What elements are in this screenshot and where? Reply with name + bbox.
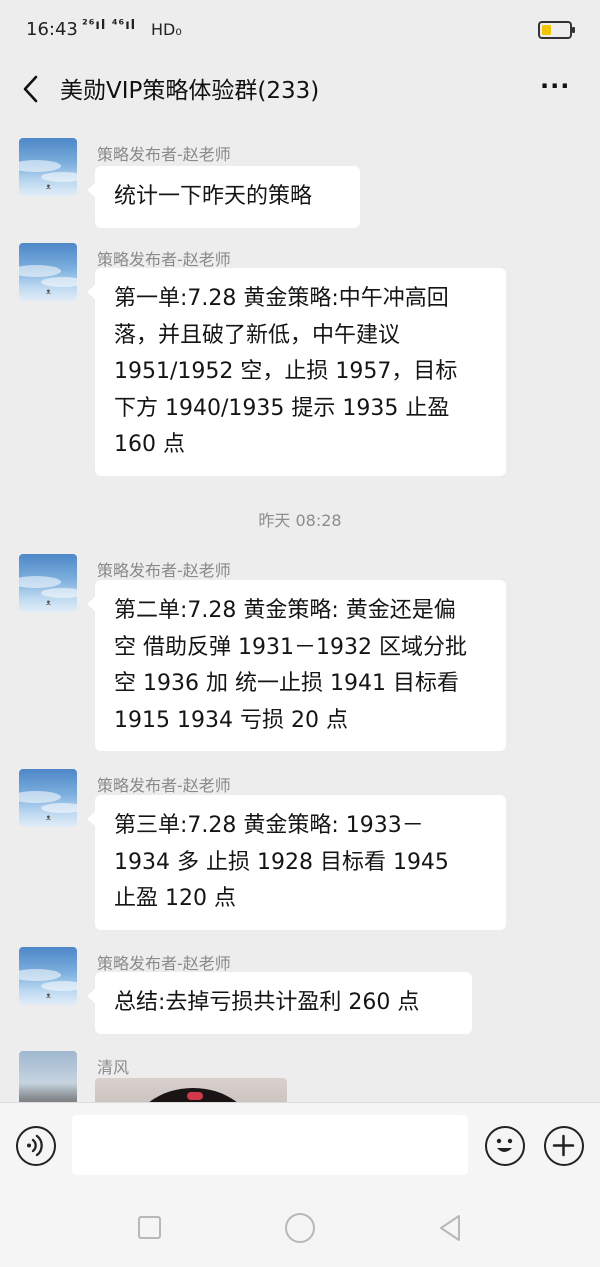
status-bar: 16:43 ²⁶ıl ⁴⁶ıl HD₀	[0, 0, 600, 60]
sender-name: 策略发布者-赵老师	[97, 145, 231, 164]
home-icon[interactable]	[285, 1213, 315, 1243]
message-input-bar	[0, 1102, 600, 1188]
system-navigation-bar	[0, 1188, 600, 1267]
plus-icon	[552, 1134, 575, 1157]
status-time: 16:43	[26, 19, 78, 40]
sender-name: 策略发布者-赵老师	[97, 250, 231, 269]
more-options-icon[interactable]: ···	[540, 72, 570, 100]
message-bubble[interactable]: 总结:去掉亏损共计盈利 260 点	[87, 972, 472, 1034]
emoji-button[interactable]	[485, 1126, 525, 1166]
avatar[interactable]: ᴥ	[19, 947, 77, 1005]
voice-icon	[27, 1134, 43, 1157]
battery-icon	[538, 21, 575, 39]
system-back-icon[interactable]	[437, 1213, 463, 1243]
avatar[interactable]: ᴥ	[19, 769, 77, 827]
avatar[interactable]: ᴥ	[19, 554, 77, 612]
back-arrow-icon[interactable]	[18, 71, 48, 107]
image-message[interactable]	[95, 1078, 287, 1102]
emoji-icon	[496, 1138, 513, 1152]
message-input[interactable]	[72, 1115, 468, 1175]
chat-header: 美勋VIP策略体验群(233) ···	[0, 60, 600, 120]
signal-icon: ²⁶ıl ⁴⁶ıl	[82, 18, 137, 33]
message-bubble[interactable]: 统计一下昨天的策略	[87, 166, 360, 228]
message-bubble[interactable]: 第三单:7.28 黄金策略: 1933－ 1934 多 止损 1928 目标看 …	[87, 795, 506, 930]
sender-name: 策略发布者-赵老师	[97, 561, 231, 580]
recent-apps-icon[interactable]	[138, 1216, 161, 1239]
avatar[interactable]: ᴥ	[19, 243, 77, 301]
more-actions-button[interactable]	[544, 1126, 584, 1166]
chat-message-list[interactable]: ᴥ 策略发布者-赵老师 统计一下昨天的策略 ᴥ 策略发布者-赵老师 第一单:7.…	[0, 120, 600, 1102]
group-title: 美勋VIP策略体验群(233)	[60, 78, 320, 104]
message-bubble[interactable]: 第一单:7.28 黄金策略:中午冲高回 落，并且破了新低，中午建议 1951/1…	[87, 268, 506, 476]
sender-name: 策略发布者-赵老师	[97, 954, 231, 973]
sender-name: 策略发布者-赵老师	[97, 776, 231, 795]
message-timestamp: 昨天 08:28	[258, 511, 342, 530]
voice-input-button[interactable]	[16, 1126, 56, 1166]
avatar[interactable]	[19, 1051, 77, 1102]
sender-name: 清风	[97, 1058, 130, 1077]
hd-indicator: HD₀	[151, 20, 182, 39]
message-bubble[interactable]: 第二单:7.28 黄金策略: 黄金还是偏 空 借助反弹 1931－1932 区域…	[87, 580, 506, 751]
avatar[interactable]: ᴥ	[19, 138, 77, 196]
